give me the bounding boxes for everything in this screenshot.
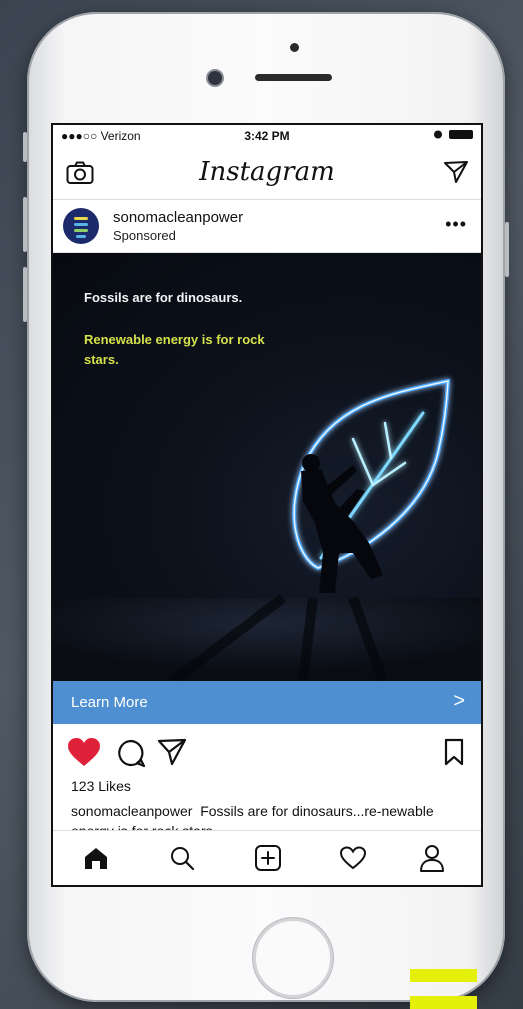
- tab-activity[interactable]: [338, 843, 368, 873]
- likes-count[interactable]: 123 Likes: [71, 778, 131, 794]
- ad-headline: Fossils are for dinosaurs.: [84, 290, 243, 305]
- learn-more-label: Learn More: [71, 694, 148, 711]
- send-icon[interactable]: [443, 160, 469, 184]
- learn-more-button[interactable]: Learn More >: [53, 681, 481, 724]
- post-username[interactable]: sonomacleanpower: [113, 209, 243, 226]
- front-camera: [208, 71, 222, 85]
- neon-leaf-illustration: [53, 378, 481, 681]
- status-indicators: [433, 129, 473, 139]
- share-icon[interactable]: [157, 738, 187, 766]
- tab-search[interactable]: [167, 843, 197, 873]
- comment-icon[interactable]: [116, 738, 146, 768]
- more-options-icon[interactable]: •••: [445, 214, 467, 235]
- power-button: [505, 222, 509, 277]
- battery-icon: [449, 129, 473, 139]
- tab-home[interactable]: [81, 843, 111, 873]
- top-navbar: Instagram: [53, 147, 481, 200]
- volume-down-button: [23, 267, 27, 322]
- sensor-dot: [290, 43, 299, 52]
- search-icon: [171, 847, 195, 871]
- tab-add[interactable]: [253, 843, 283, 873]
- chevron-right-icon: >: [453, 690, 465, 712]
- ad-tagline: Renewable energy is for rock stars.: [84, 332, 265, 367]
- bookmark-icon[interactable]: [443, 738, 465, 766]
- bottom-tabbar: [53, 830, 481, 885]
- accent-bar-bottom: [410, 996, 477, 1009]
- ad-image[interactable]: Fossils are for dinosaurs. Renewable ene…: [53, 253, 481, 681]
- post-actions: [53, 736, 481, 770]
- status-time: 3:42 PM: [244, 129, 290, 143]
- earpiece-speaker: [255, 74, 332, 81]
- volume-up-button: [23, 197, 27, 252]
- app-title: Instagram: [199, 157, 335, 187]
- caption-username[interactable]: sonomacleanpower: [71, 803, 192, 819]
- add-icon: [255, 845, 281, 871]
- heart-icon[interactable]: [67, 737, 101, 767]
- home-icon: [85, 848, 107, 869]
- sponsored-label: Sponsored: [113, 228, 176, 243]
- mute-switch: [23, 132, 27, 162]
- status-bar: ●●●○○ Verizon 3:42 PM: [53, 125, 481, 147]
- tab-profile[interactable]: [417, 843, 447, 873]
- profile-icon: [420, 845, 444, 872]
- activity-icon: [339, 846, 367, 870]
- accent-bar-top: [410, 969, 477, 982]
- home-button[interactable]: [253, 918, 333, 998]
- post-header: sonomacleanpower Sponsored •••: [53, 200, 481, 253]
- guitarist-silhouette: [301, 454, 383, 593]
- alarm-icon: [434, 130, 442, 139]
- phone-screen: ●●●○○ Verizon 3:42 PM Instagram sonomacl…: [51, 123, 483, 887]
- avatar[interactable]: [63, 208, 99, 244]
